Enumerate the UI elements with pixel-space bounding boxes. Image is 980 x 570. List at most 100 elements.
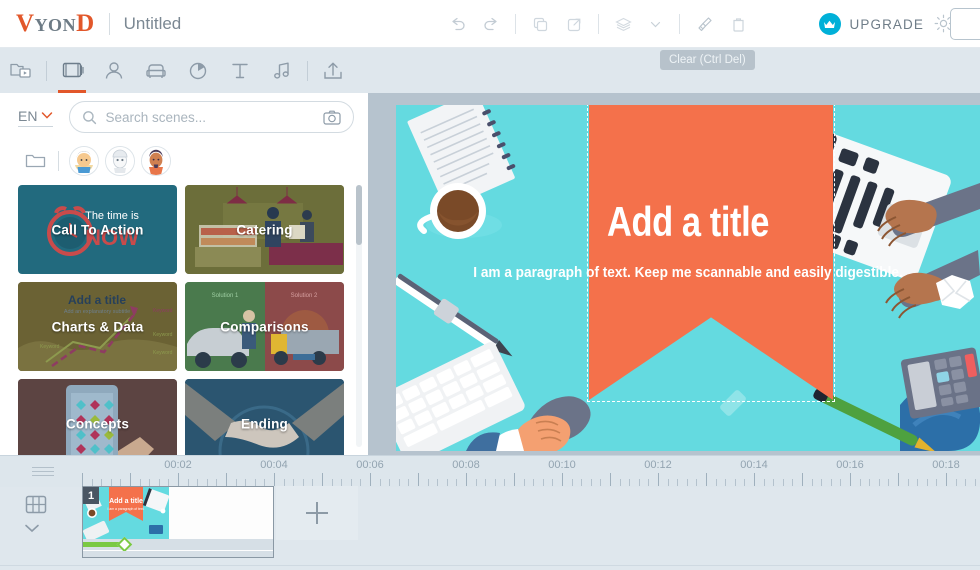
ruler-tick-minor <box>926 479 928 486</box>
scene-card-charts-data[interactable]: Add a title Add an explanatory subtitle … <box>18 282 177 371</box>
tab-charts[interactable] <box>177 48 219 93</box>
ruler-tick-minor <box>331 479 333 486</box>
ruler-tick-minor <box>725 479 727 486</box>
scene-audio-lane[interactable] <box>83 536 273 553</box>
ruler-tick-major <box>82 473 83 486</box>
svg-text:Add a title: Add a title <box>68 293 126 307</box>
layers-icon[interactable] <box>606 7 640 41</box>
timeline-scene-1[interactable]: 1 Add a title I am a paragraph of text. <box>82 486 274 558</box>
top-action-group <box>440 0 755 48</box>
ruler-tick-minor <box>782 479 784 486</box>
ruler-tick-minor <box>254 479 256 486</box>
ruler-tick-minor <box>91 479 93 486</box>
ruler-tick-minor <box>168 479 170 486</box>
ruler-label: 00:14 <box>740 459 768 471</box>
ruler-tick-minor <box>110 479 112 486</box>
svg-text:Solution 2: Solution 2 <box>291 293 318 299</box>
ruler-tick-minor <box>485 479 487 486</box>
ruler-tick-minor <box>715 479 717 486</box>
folder-icon[interactable] <box>18 146 52 176</box>
export-icon[interactable] <box>557 7 591 41</box>
timeline-ruler[interactable]: 00:02 00:04 00:06 00:08 00:10 00:12 00:14 00:16… <box>0 455 980 487</box>
plus-icon <box>306 502 328 524</box>
scene-template-grid[interactable]: The time is NOW Call To Action Catering … <box>0 185 368 455</box>
search-row: EN <box>0 93 368 141</box>
camera-icon[interactable] <box>323 110 341 125</box>
scene-card-catering[interactable]: Catering <box>185 185 344 274</box>
scene-strip-body[interactable] <box>169 487 273 539</box>
scene-card-concepts[interactable]: Concepts <box>18 379 177 455</box>
clear-tooltip: Clear (Ctrl Del) <box>660 50 755 70</box>
logo-letter-v: V <box>16 9 35 37</box>
ruler-tick-minor <box>773 479 775 486</box>
tab-upload[interactable] <box>312 48 354 93</box>
style-business-friendly[interactable] <box>105 146 135 176</box>
ruler-tick-major <box>802 473 803 486</box>
trash-icon[interactable] <box>721 7 755 41</box>
add-scene-button[interactable] <box>276 486 358 540</box>
document-title[interactable]: Untitled <box>124 14 182 34</box>
scene-label: Ending <box>241 416 288 431</box>
ruler-tick-minor <box>360 479 362 486</box>
scene-duration-handle[interactable] <box>116 536 133 553</box>
undo-icon[interactable] <box>440 7 474 41</box>
style-contemporary[interactable] <box>69 146 99 176</box>
scene-card-comparisons[interactable]: Solution 1 Solution 2 Comparisons <box>185 282 344 371</box>
ruler-tick-minor <box>427 479 429 486</box>
scene-number-badge: 1 <box>83 487 99 504</box>
redo-icon[interactable] <box>474 7 508 41</box>
scene-label: Catering <box>236 222 293 237</box>
tab-video-library[interactable] <box>0 48 42 93</box>
style-whiteboard[interactable] <box>141 146 171 176</box>
ruler-tick-minor <box>245 479 247 486</box>
ruler-tick-minor <box>389 479 391 486</box>
banner-paragraph-text[interactable]: I am a paragraph of text. Keep me scanna… <box>425 263 951 284</box>
tab-text[interactable] <box>219 48 261 93</box>
svg-text:Keyword: Keyword <box>153 350 173 356</box>
ruler-tick-minor <box>696 479 698 486</box>
library-tab-bar <box>0 48 368 93</box>
svg-text:Add an explanatory subtitle: Add an explanatory subtitle <box>64 309 130 315</box>
clear-broom-icon[interactable] <box>687 7 721 41</box>
ruler-tick-minor <box>283 479 285 486</box>
scene-label: Comparisons <box>220 319 309 334</box>
logo-letters-yon: YON <box>34 14 77 35</box>
ruler-tick-minor <box>581 479 583 486</box>
scene-card-call-to-action[interactable]: The time is NOW Call To Action <box>18 185 177 274</box>
search-container[interactable] <box>69 101 354 133</box>
ruler-tick-major <box>322 473 323 486</box>
upgrade-button[interactable]: UPGRADE <box>818 0 924 48</box>
scene-label: Charts & Data <box>51 319 144 334</box>
banner-title-text[interactable]: Add a title <box>449 201 928 243</box>
timeline-ticks: 00:02 00:04 00:06 00:08 00:10 00:12 00:14 00:16… <box>0 456 980 488</box>
scenes-library-panel: EN Search scenes... The time is NOW Call… <box>0 93 368 455</box>
search-input[interactable] <box>105 109 323 125</box>
ruler-tick-minor <box>139 479 141 486</box>
scene-effects-lane[interactable] <box>83 551 273 557</box>
chevron-down-icon[interactable] <box>638 7 672 41</box>
style-divider <box>58 151 59 171</box>
scrollbar-thumb[interactable] <box>356 185 362 245</box>
ruler-tick-minor <box>840 479 842 486</box>
canvas-stage[interactable]: Add a title I am a paragraph of text. Ke… <box>368 93 980 455</box>
scene-card-ending[interactable]: Ending <box>185 379 344 455</box>
preview-button[interactable] <box>950 8 980 40</box>
tab-characters[interactable] <box>93 48 135 93</box>
library-scrollbar[interactable] <box>356 185 362 447</box>
ruler-tick-major <box>178 473 179 486</box>
tab-scenes[interactable] <box>51 48 93 93</box>
svg-text:Keyword: Keyword <box>40 344 60 350</box>
ruler-tick-minor <box>936 479 938 486</box>
vyond-logo[interactable]: V YON D <box>16 10 95 38</box>
tab-audio[interactable] <box>261 48 303 93</box>
tab-props[interactable] <box>135 48 177 93</box>
ruler-tick-minor <box>686 479 688 486</box>
ruler-tick-minor <box>888 479 890 486</box>
ruler-tick-minor <box>101 479 103 486</box>
svg-text:The time is: The time is <box>85 210 139 222</box>
scene-canvas[interactable]: Add a title I am a paragraph of text. Ke… <box>396 105 980 451</box>
scene-grid-icon[interactable] <box>22 492 67 518</box>
duplicate-icon[interactable] <box>523 7 557 41</box>
timeline-collapse-chevron[interactable] <box>22 522 67 534</box>
language-selector[interactable]: EN <box>18 108 54 127</box>
